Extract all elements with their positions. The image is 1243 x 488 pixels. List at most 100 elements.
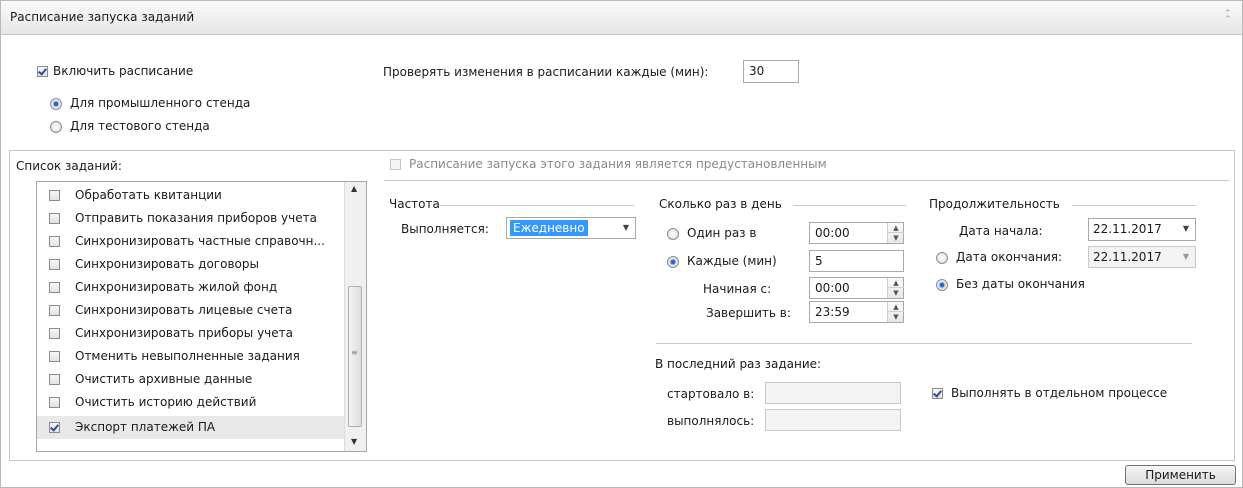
- separate-process-label: Выполнять в отдельном процессе: [951, 386, 1168, 400]
- start-date-picker[interactable]: 22.11.2017 ▼: [1088, 218, 1196, 241]
- end-time-label: Завершить в:: [706, 306, 791, 320]
- collapse-icon[interactable]: ⌃ ⌃: [1224, 10, 1234, 25]
- task-checkbox[interactable]: [49, 190, 60, 201]
- start-date-label: Дата начала:: [959, 224, 1043, 238]
- end-time-value: 23:59: [815, 305, 850, 319]
- check-interval-label: Проверять изменения в расписании каждые …: [383, 65, 709, 79]
- panel-title: Расписание запуска заданий: [10, 10, 195, 24]
- chevron-down-icon[interactable]: ▼: [1183, 224, 1189, 233]
- no-end-date-radio[interactable]: [936, 279, 948, 291]
- task-label: Отменить невыполненные задания: [75, 349, 300, 363]
- started-label: стартовало в:: [667, 387, 755, 401]
- every-label: Каждые (мин): [687, 254, 777, 268]
- env-prod-label: Для промышленного стенда: [70, 96, 251, 110]
- enable-schedule-label: Включить расписание: [53, 64, 194, 78]
- spin-down-icon[interactable]: ▼: [888, 288, 904, 298]
- task-label: Очистить архивные данные: [75, 372, 253, 386]
- task-checkbox[interactable]: [49, 305, 60, 316]
- task-item[interactable]: Синхронизировать лицевые счета: [37, 299, 345, 322]
- started-at-field: [765, 382, 901, 404]
- no-end-date-label: Без даты окончания: [956, 277, 1085, 291]
- task-item[interactable]: Очистить историю действий: [37, 391, 345, 414]
- end-time-input[interactable]: 23:59 ▲ ▼: [809, 301, 904, 323]
- finished-at-field: [765, 409, 901, 431]
- every-minutes-input[interactable]: 5: [809, 250, 904, 272]
- frequency-dropdown[interactable]: Ежедневно ▼: [506, 217, 636, 239]
- once-time-spinner[interactable]: ▲ ▼: [887, 223, 904, 243]
- start-time-value: 00:00: [815, 281, 850, 295]
- start-time-input[interactable]: 00:00 ▲ ▼: [809, 277, 904, 299]
- task-item[interactable]: Обработать квитанции: [37, 184, 345, 207]
- task-label: Отправить показания приборов учета: [75, 211, 317, 225]
- task-label: Синхронизировать лицевые счета: [75, 303, 293, 317]
- env-prod-radio[interactable]: [50, 98, 62, 110]
- task-label: Очистить историю действий: [75, 395, 257, 409]
- last-run-label: В последний раз задание:: [655, 357, 822, 371]
- separate-process-checkbox[interactable]: [932, 388, 943, 399]
- once-radio[interactable]: [667, 228, 679, 240]
- per-day-group-label: Сколько раз в день: [659, 197, 782, 211]
- grip-icon: ≡: [351, 348, 358, 357]
- task-checkbox[interactable]: [49, 282, 60, 293]
- divider: [440, 205, 634, 206]
- task-checkbox[interactable]: [49, 328, 60, 339]
- spin-up-icon[interactable]: ▲: [888, 302, 904, 312]
- task-item[interactable]: Синхронизировать частные справочн...: [37, 230, 345, 253]
- task-checkbox[interactable]: [49, 259, 60, 270]
- task-label: Экспорт платежей ПА: [75, 420, 216, 434]
- task-item[interactable]: Отправить показания приборов учета: [37, 207, 345, 230]
- spin-up-icon[interactable]: ▲: [888, 223, 904, 233]
- divider: [384, 180, 1229, 181]
- duration-group-label: Продолжительность: [929, 197, 1060, 211]
- once-time-input[interactable]: 00:00 ▲ ▼: [809, 222, 904, 244]
- task-list-scrollbar[interactable]: ▲ ≡ ▼: [344, 182, 366, 451]
- end-date-label: Дата окончания:: [956, 250, 1063, 264]
- task-checkbox[interactable]: [49, 351, 60, 362]
- start-date-value: 22.11.2017: [1093, 222, 1162, 236]
- task-item[interactable]: Очистить архивные данные: [37, 368, 345, 391]
- preset-checkbox[interactable]: [390, 159, 401, 170]
- task-item[interactable]: Синхронизировать договоры: [37, 253, 345, 276]
- task-list[interactable]: Обработать квитанции Отправить показания…: [36, 181, 367, 452]
- env-test-radio[interactable]: [50, 121, 62, 133]
- panel-header[interactable]: Расписание запуска заданий ⌃ ⌃: [1, 1, 1242, 35]
- apply-button[interactable]: Применить: [1125, 465, 1236, 485]
- task-label: Синхронизировать жилой фонд: [75, 280, 278, 294]
- end-time-spinner[interactable]: ▲ ▼: [887, 302, 904, 322]
- chevron-down-icon[interactable]: ▼: [623, 223, 629, 232]
- task-item[interactable]: Отменить невыполненные задания: [37, 345, 345, 368]
- preset-label: Расписание запуска этого задания являетс…: [409, 157, 827, 171]
- end-date-picker[interactable]: 22.11.2017 ▼: [1088, 246, 1196, 268]
- task-list-label: Список заданий:: [16, 159, 122, 173]
- divider: [1072, 205, 1196, 206]
- enable-schedule-checkbox[interactable]: [37, 66, 48, 77]
- task-label: Синхронизировать договоры: [75, 257, 259, 271]
- divider: [793, 205, 906, 206]
- task-label: Обработать квитанции: [75, 188, 222, 202]
- task-checkbox[interactable]: [49, 236, 60, 247]
- end-date-value: 22.11.2017: [1093, 250, 1162, 264]
- scroll-down-icon[interactable]: ▼: [351, 437, 357, 446]
- spin-down-icon[interactable]: ▼: [888, 312, 904, 322]
- divider: [656, 343, 1192, 344]
- every-radio[interactable]: [667, 256, 679, 268]
- scroll-up-icon[interactable]: ▲: [351, 184, 357, 193]
- check-interval-input[interactable]: 30: [743, 60, 799, 83]
- scroll-thumb[interactable]: ≡: [348, 286, 362, 427]
- frequency-dropdown-value: Ежедневно: [510, 220, 588, 236]
- start-time-spinner[interactable]: ▲ ▼: [887, 278, 904, 298]
- task-label: Синхронизировать приборы учета: [75, 326, 293, 340]
- task-checkbox[interactable]: [49, 213, 60, 224]
- chevron-down-icon[interactable]: ▼: [1183, 252, 1189, 261]
- once-time-value: 00:00: [815, 226, 850, 240]
- task-checkbox[interactable]: [49, 397, 60, 408]
- task-checkbox[interactable]: [49, 374, 60, 385]
- task-item[interactable]: Синхронизировать жилой фонд: [37, 276, 345, 299]
- spin-down-icon[interactable]: ▼: [888, 233, 904, 243]
- start-time-label: Начиная с:: [703, 282, 772, 296]
- task-item-selected[interactable]: Экспорт платежей ПА: [37, 416, 345, 439]
- spin-up-icon[interactable]: ▲: [888, 278, 904, 288]
- task-checkbox[interactable]: [49, 422, 60, 433]
- task-item[interactable]: Синхронизировать приборы учета: [37, 322, 345, 345]
- end-date-radio[interactable]: [936, 252, 948, 264]
